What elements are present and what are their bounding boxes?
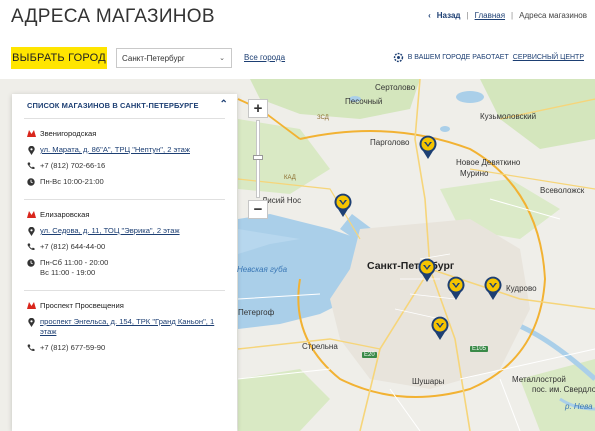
road-badge-e105: E105 [470,346,489,352]
chevron-down-icon: ⌄ [219,55,225,62]
metro-icon [24,301,38,309]
store-marker[interactable] [430,315,450,341]
breadcrumb-current: Адреса магазинов [519,11,587,20]
phone-icon [24,242,38,251]
store-hours: Пн-Сб 11:00 - 20:00 Вс 11:00 - 19:00 [38,258,225,278]
store-marker[interactable] [446,275,466,301]
map-label-zsd: ЗСД [317,115,329,121]
store-marker[interactable] [418,134,438,160]
chevron-up-icon[interactable]: ⌃ [220,99,228,110]
zoom-slider-handle[interactable] [253,155,263,160]
location-pin-icon [24,145,38,155]
breadcrumb-separator: | [466,11,469,20]
zoom-slider[interactable] [253,120,263,198]
back-icon[interactable]: ‹ [428,11,431,20]
map-label-spb: Санкт-Петербург [367,260,455,272]
store-hours: Пн-Вс 10:00-21:00 [40,177,104,186]
service-center-link[interactable]: СЕРВИСНЫЙ ЦЕНТР [513,54,584,61]
city-select[interactable]: Санкт-Петербург ⌄ [116,48,232,68]
map-label-vsevolozhsk: Всеволожск [540,186,585,195]
store-marker[interactable] [333,192,353,218]
store-item[interactable]: Елизаровская ул. Седова, д. 11, ТОЦ "Эвр… [24,199,225,290]
city-select-value: Санкт-Петербург [122,53,185,63]
choose-city-button[interactable]: ВЫБРАТЬ ГОРОД [11,47,107,69]
phone-icon [24,161,38,170]
clock-icon [24,177,38,186]
road-badge-e20: E20 [362,352,377,358]
store-phone: +7 (812) 702-66-16 [40,161,106,170]
map-label-strelna: Стрельна [302,342,338,351]
store-address-link[interactable]: ул. Седова, д. 11, ТОЦ "Эврика", 2 этаж [38,226,225,236]
breadcrumb: ‹ Назад | Главная | Адреса магазинов [428,11,587,20]
zoom-out-button[interactable]: − [248,200,268,219]
metro-icon [24,129,38,137]
store-item[interactable]: Проспект Просвещения проспект Энгельса, … [24,290,225,365]
breadcrumb-home-link[interactable]: Главная [475,11,505,20]
store-address-link[interactable]: проспект Энгельса, д. 154, ТРК "Гранд Ка… [38,317,225,337]
store-hours-weekdays: Пн-Сб 11:00 - 20:00 [40,258,109,267]
map-label-pargolovo: Парголово [370,138,410,147]
store-phone: +7 (812) 644-44-00 [40,242,106,251]
map-label-kad: КАД [284,175,296,181]
store-marker[interactable] [483,275,503,301]
phone-icon [24,343,38,352]
map-label-sverdlova: пос. им. Свердлова [532,385,595,394]
map-label-novoe-devyatkino: Новое Девяткино [456,158,521,167]
map-label-murino: Мурино [460,169,489,178]
store-metro: Звенигородская [40,129,97,138]
store-item[interactable]: Звенигородская ул. Марата, д. 86"А", ТРЦ… [24,118,225,199]
store-metro: Елизаровская [40,210,90,219]
map-label-sertolovo: Сертолово [375,83,416,92]
service-center-text: В ВАШЕМ ГОРОДЕ РАБОТАЕТ [407,54,509,61]
zoom-control: + − [248,99,268,219]
map-label-neva-bay: Невская губа [237,265,288,274]
store-phone: +7 (812) 677-59-90 [40,343,106,352]
map-label-neva-river: р. Нева [565,402,593,411]
map-label-metallostroy: Металлострой [512,375,566,384]
map-label-shushary: Шушары [412,377,445,386]
location-pin-icon [24,226,38,236]
store-list-panel: СПИСОК МАГАЗИНОВ В САНКТ-ПЕТЕРБУРГЕ ⌃ Зв… [12,94,237,431]
map-label-kuzmolovsky: Кузьмоловский [480,112,537,121]
page-title: АДРЕСА МАГАЗИНОВ [11,6,215,27]
all-cities-link[interactable]: Все города [244,53,285,62]
zoom-in-button[interactable]: + [248,99,268,118]
gear-icon [393,52,403,63]
back-link[interactable]: Назад [437,11,461,20]
store-metro: Проспект Просвещения [40,301,124,310]
metro-icon [24,210,38,218]
map-label-petergof: Петергоф [238,308,275,317]
store-list-title: СПИСОК МАГАЗИНОВ В САНКТ-ПЕТЕРБУРГЕ [27,101,199,110]
store-marker[interactable] [417,257,437,283]
store-address-link[interactable]: ул. Марата, д. 86"А", ТРЦ "Нептун", 2 эт… [38,145,225,155]
location-pin-icon [24,317,38,327]
clock-icon [24,258,38,267]
map-label-pesochny: Песочный [345,97,383,106]
store-hours-sunday: Вс 11:00 - 19:00 [40,268,96,277]
map-label-kudrovo: Кудрово [506,284,537,293]
breadcrumb-separator: | [511,11,514,20]
service-center-note: В ВАШЕМ ГОРОДЕ РАБОТАЕТ СЕРВИСНЫЙ ЦЕНТР [393,52,584,63]
store-list-header[interactable]: СПИСОК МАГАЗИНОВ В САНКТ-ПЕТЕРБУРГЕ ⌃ [12,94,237,118]
